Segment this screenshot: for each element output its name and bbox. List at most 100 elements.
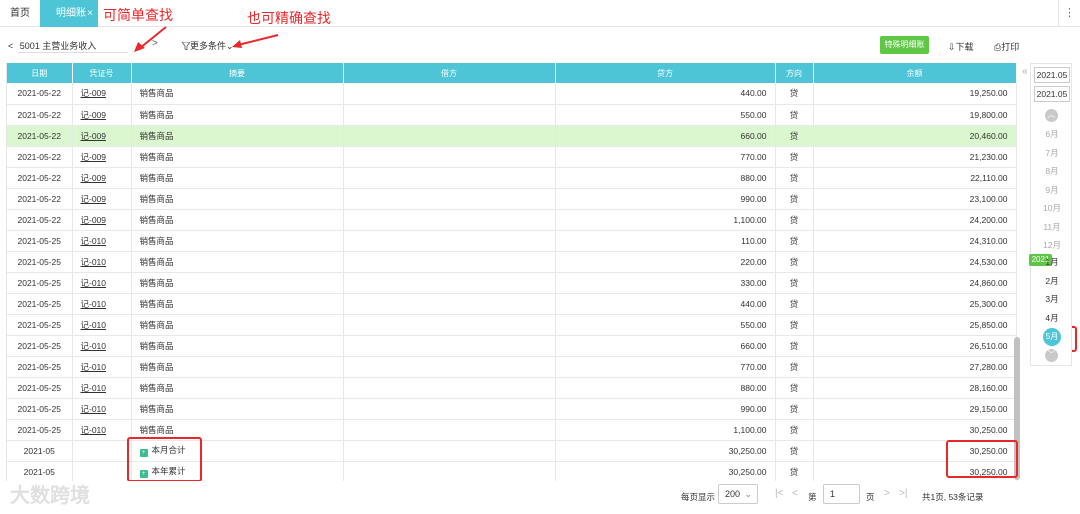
account-name[interactable]: 5001 主营业务收入 [20,41,97,51]
month-item[interactable]: 11月 [1034,221,1070,233]
voucher-link[interactable]: 记-010 [81,425,107,435]
more-tabs-button[interactable]: ⋮ [1058,0,1080,27]
tab-home[interactable]: 首页 [0,0,40,27]
month-item[interactable]: 3月 [1034,293,1070,305]
cell-voucher[interactable]: 记-010 [72,419,132,441]
account-selector[interactable]: < 5001 主营业务收入 [8,39,96,52]
voucher-link[interactable]: 记-010 [81,383,107,393]
voucher-link[interactable]: 记-009 [81,110,107,120]
cell-date: 2021-05-22 [7,125,73,147]
page-size-select[interactable]: 200 ⌄ [718,484,758,504]
cell-debit [343,251,556,273]
voucher-link[interactable]: 记-010 [81,278,107,288]
month-item[interactable]: 2月 [1034,275,1070,287]
voucher-link[interactable]: 记-009 [81,215,107,225]
cell-voucher[interactable]: 记-010 [72,251,132,273]
voucher-link[interactable]: 记-010 [81,236,107,246]
col-header-voucher[interactable]: 凭证号 [72,63,132,83]
cell-voucher[interactable]: 记-010 [72,335,132,357]
col-header-debit[interactable]: 借方 [343,63,556,83]
cell-voucher[interactable]: 记-010 [72,398,132,420]
table-row[interactable]: 2021-05-25 记-010 销售商品 220.00 贷 24,530.00 [7,251,1017,273]
voucher-link[interactable]: 记-009 [81,131,107,141]
prev-account-icon[interactable]: < [8,41,13,51]
month-item[interactable]: 9月 [1034,184,1070,196]
chevron-down-icon[interactable]: ﹀ [1045,349,1058,362]
col-header-summary[interactable]: 摘要 [131,63,344,83]
print-button[interactable]: ⎙打印 [994,40,1019,53]
voucher-link[interactable]: 记-010 [81,257,107,267]
month-item[interactable]: 1月 [1034,256,1070,268]
tab-detail-ledger[interactable]: 明细账 × [40,0,98,27]
filter-icon [181,41,191,51]
table-row[interactable]: 2021-05-22 记-009 销售商品 990.00 贷 23,100.00 [7,188,1017,210]
month-item[interactable]: 12月 [1034,239,1070,251]
voucher-link[interactable]: 记-009 [81,88,107,98]
prev-page-icon[interactable]: < [792,488,798,499]
next-account-icon[interactable]: > [152,38,158,49]
table-row[interactable]: 2021-05-25 记-010 销售商品 110.00 贷 24,310.00 [7,230,1017,252]
cell-voucher[interactable]: 记-010 [72,230,132,252]
col-header-direction[interactable]: 方向 [775,63,814,83]
voucher-link[interactable]: 记-009 [81,173,107,183]
period-start-field[interactable]: 2021.05 [1034,67,1070,83]
cell-voucher[interactable]: 记-009 [72,104,132,126]
cell-credit: 30,250.00 [555,440,776,462]
cell-date: 2021-05-25 [7,293,73,315]
selected-month[interactable]: 5月 [1043,328,1061,346]
table-row[interactable]: 2021-05-25 记-010 销售商品 440.00 贷 25,300.00 [7,293,1017,315]
cell-date: 2021-05-25 [7,356,73,378]
month-item[interactable]: 8月 [1034,165,1070,177]
voucher-link[interactable]: 记-010 [81,320,107,330]
month-item[interactable]: 6月 [1034,128,1070,140]
cell-voucher[interactable]: 记-010 [72,293,132,315]
voucher-link[interactable]: 记-010 [81,341,107,351]
cell-voucher[interactable]: 记-009 [72,83,132,105]
month-item[interactable]: 7月 [1034,147,1070,159]
cell-voucher[interactable]: 记-009 [72,167,132,189]
table-row[interactable]: 2021-05-25 记-010 销售商品 660.00 贷 26,510.00 [7,335,1017,357]
cell-voucher[interactable]: 记-009 [72,146,132,168]
first-page-icon[interactable]: |< [775,488,783,499]
more-conditions-button[interactable]: 更多条件⌄ [181,39,234,52]
col-header-date[interactable]: 日期 [7,63,73,83]
table-row[interactable]: 2021-05-25 记-010 销售商品 990.00 贷 29,150.00 [7,398,1017,420]
voucher-link[interactable]: 记-009 [81,152,107,162]
cell-voucher[interactable]: 记-010 [72,356,132,378]
cell-voucher[interactable]: 记-009 [72,125,132,147]
table-row[interactable]: 2021-05-22 记-009 销售商品 880.00 贷 22,110.00 [7,167,1017,189]
collapse-panel-icon[interactable]: « [1022,66,1028,77]
next-page-icon[interactable]: > [884,488,890,499]
download-button[interactable]: ⇩下载 [948,40,974,53]
table-row[interactable]: 2021-05-25 记-010 销售商品 550.00 贷 25,850.00 [7,314,1017,336]
voucher-link[interactable]: 记-010 [81,362,107,372]
period-end-field[interactable]: 2021.05 [1034,86,1070,102]
chevron-up-icon[interactable]: ︿ [1045,109,1058,122]
col-header-balance[interactable]: 余额 [813,63,1017,83]
table-row[interactable]: 2021-05-25 记-010 销售商品 330.00 贷 24,860.00 [7,272,1017,294]
last-page-icon[interactable]: >| [899,488,907,499]
cell-voucher[interactable]: 记-009 [72,188,132,210]
table-row[interactable]: 2021-05-22 记-009 销售商品 550.00 贷 19,800.00 [7,104,1017,126]
close-icon[interactable]: × [87,0,93,27]
table-row[interactable]: 2021-05-22 记-009 销售商品 770.00 贷 21,230.00 [7,146,1017,168]
table-row[interactable]: 2021-05-22 记-009 销售商品 1,100.00 贷 24,200.00 [7,209,1017,231]
table-row[interactable]: 2021-05-25 记-010 销售商品 880.00 贷 28,160.00 [7,377,1017,399]
special-detail-button[interactable]: 特殊明细账 [880,36,929,54]
cell-voucher[interactable]: 记-010 [72,314,132,336]
cell-voucher[interactable]: 记-010 [72,377,132,399]
month-item[interactable]: 4月 [1034,312,1070,324]
cell-date: 2021-05-22 [7,104,73,126]
cell-voucher[interactable]: 记-009 [72,209,132,231]
table-row[interactable]: 2021-05-22 记-009 销售商品 660.00 贷 20,460.00 [7,125,1017,147]
cell-voucher[interactable]: 记-010 [72,272,132,294]
voucher-link[interactable]: 记-010 [81,404,107,414]
month-item[interactable]: 10月 [1034,202,1070,214]
col-header-credit[interactable]: 贷方 [555,63,776,83]
table-row[interactable]: 2021-05-22 记-009 销售商品 440.00 贷 19,250.00 [7,83,1017,105]
page-number-input[interactable]: 1 [823,484,860,504]
voucher-link[interactable]: 记-009 [81,194,107,204]
voucher-link[interactable]: 记-010 [81,299,107,309]
record-summary: 共1页, 53条记录 [922,492,984,502]
table-row[interactable]: 2021-05-25 记-010 销售商品 770.00 贷 27,280.00 [7,356,1017,378]
